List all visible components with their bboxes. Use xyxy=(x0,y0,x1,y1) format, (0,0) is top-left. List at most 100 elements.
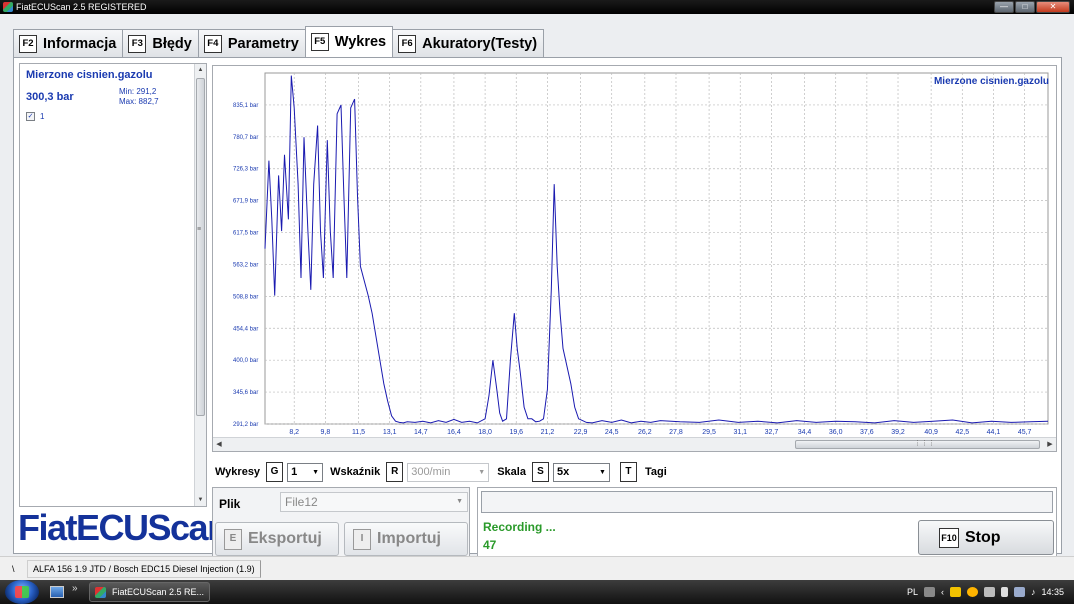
x-tick-label: 29,5 xyxy=(702,429,716,436)
wskaznik-value: 300/min xyxy=(411,466,451,478)
import-label: Importuj xyxy=(377,530,441,547)
taskbar-item-label: FiatECUScan 2.5 RE... xyxy=(112,587,205,597)
tab-label: Informacja xyxy=(43,35,117,52)
series-line-mierzone-cisnien xyxy=(264,75,1049,424)
stop-button[interactable]: F10 Stop xyxy=(918,520,1054,555)
chart-legend: Mierzone cisnien.gazolu xyxy=(933,76,1049,87)
keyboard-icon[interactable] xyxy=(923,587,935,597)
x-tick-label: 34,4 xyxy=(798,429,812,436)
minimize-button[interactable]: — xyxy=(994,1,1014,13)
file-select-value: File12 xyxy=(285,495,318,509)
windows-logo-icon xyxy=(15,586,29,598)
y-tick-label: 835,1 bar xyxy=(233,103,258,109)
vertical-scrollbar[interactable]: ▲ ≡ ▼ xyxy=(194,64,206,506)
series-checkbox-label: 1 xyxy=(40,112,45,121)
y-tick-label: 563,2 bar xyxy=(233,262,258,268)
parameter-name[interactable]: Mierzone cisnien.gazolu xyxy=(26,69,153,81)
battery-icon[interactable] xyxy=(1000,587,1008,597)
taskbar-item-fiatecuscan[interactable]: FiatECUScan 2.5 RE... xyxy=(89,582,210,602)
tab-informacja[interactable]: F2 Informacja xyxy=(13,29,124,57)
x-tick-label: 13,1 xyxy=(383,429,397,436)
y-tick-label: 508,8 bar xyxy=(233,294,258,300)
tagi-shortcut-key[interactable]: T xyxy=(619,462,637,482)
wskaznik-label: Wskaźnik xyxy=(330,466,381,478)
series-checkbox[interactable]: ✓ xyxy=(26,112,35,121)
chart-panel: 291,2 bar 345,6 bar 400,0 bar 454,4 bar 508,… xyxy=(212,65,1057,452)
tagi-label[interactable]: Tagi xyxy=(645,466,667,478)
scroll-up-icon[interactable]: ▲ xyxy=(195,64,206,76)
scroll-right-icon[interactable]: ▶ xyxy=(1044,438,1056,451)
shield-icon[interactable] xyxy=(966,587,978,597)
y-tick-label: 291,2 bar xyxy=(233,422,258,428)
y-tick-label: 617,5 bar xyxy=(233,231,258,237)
tab-label: Błędy xyxy=(152,35,192,52)
y-tick-label: 671,9 bar xyxy=(233,199,258,205)
export-button[interactable]: E Eksportuj xyxy=(215,522,339,556)
volume-icon[interactable]: ♪ xyxy=(1031,587,1036,597)
tab-label: Parametry xyxy=(227,35,299,52)
chart-grid xyxy=(264,72,1049,425)
chevron-down-icon: ▼ xyxy=(456,498,463,505)
x-tick-label: 18,0 xyxy=(478,429,492,436)
close-button[interactable]: ✕ xyxy=(1036,1,1070,13)
monitor-icon[interactable] xyxy=(983,587,995,597)
tab-parametry[interactable]: F4 Parametry xyxy=(197,29,306,57)
scroll-thumb[interactable]: ⋮⋮⋮ xyxy=(795,440,1040,449)
scroll-left-icon[interactable]: ◀ xyxy=(213,438,225,451)
chart-controls: Wykresy G 1 ▼ Wskaźnik R 300/min ▼ Skala… xyxy=(215,462,667,482)
clock[interactable]: 14:35 xyxy=(1041,587,1064,597)
x-tick-label: 26,2 xyxy=(638,429,652,436)
fkey-badge: F3 xyxy=(128,34,147,53)
x-tick-label: 32,7 xyxy=(765,429,779,436)
x-tick-label: 36,0 xyxy=(829,429,843,436)
start-button[interactable] xyxy=(5,580,39,604)
x-tick-label: 37,6 xyxy=(860,429,874,436)
app-logo: FiatECUScan xyxy=(18,507,229,548)
x-tick-label: 27,8 xyxy=(669,429,683,436)
scroll-down-icon[interactable]: ▼ xyxy=(195,494,206,506)
recording-count: 47 xyxy=(483,538,497,552)
app-frame: F2 Informacja F3 Błędy F4 Parametry F5 W… xyxy=(0,14,1074,558)
tab-label: Wykres xyxy=(334,34,387,50)
chevron-down-icon: ▼ xyxy=(312,468,320,476)
import-button[interactable]: I Importuj xyxy=(344,522,468,556)
x-tick-label: 45,7 xyxy=(1018,429,1032,436)
import-shortcut-key: I xyxy=(353,528,371,550)
wykresy-select[interactable]: 1 ▼ xyxy=(287,462,324,482)
wykresy-label: Wykresy xyxy=(215,466,261,478)
tray-expand-icon[interactable]: ‹ xyxy=(941,587,944,597)
wskaznik-select[interactable]: 300/min ▼ xyxy=(407,462,490,482)
title-bar: FiatECUScan 2.5 REGISTERED — □ ✕ xyxy=(0,0,1074,14)
parameter-min: Min: 291,2 xyxy=(119,87,157,96)
pressure-chart: 291,2 bar 345,6 bar 400,0 bar 454,4 bar 508,… xyxy=(233,72,1049,436)
skala-select[interactable]: 5x ▼ xyxy=(552,462,610,482)
fkey-badge: F6 xyxy=(398,34,417,53)
x-tick-label: 39,2 xyxy=(891,429,905,436)
app-icon xyxy=(3,2,13,12)
folder-icon[interactable] xyxy=(949,587,961,597)
window-title: FiatECUScan 2.5 REGISTERED xyxy=(16,2,147,12)
tab-akuratory[interactable]: F6 Akuratory(Testy) xyxy=(392,29,545,57)
language-indicator[interactable]: PL xyxy=(907,587,918,597)
chart-series xyxy=(264,75,1049,424)
maximize-button[interactable]: □ xyxy=(1015,1,1035,13)
x-tick-label: 42,5 xyxy=(955,429,969,436)
skala-value: 5x xyxy=(556,466,570,478)
tab-wykres[interactable]: F5 Wykres xyxy=(304,26,394,57)
recording-panel: Recording ... 47 F10 Stop xyxy=(477,487,1057,558)
file-select[interactable]: File12 ▼ xyxy=(280,492,468,512)
y-axis-labels: 291,2 bar 345,6 bar 400,0 bar 454,4 bar 508,… xyxy=(233,103,258,428)
stop-shortcut-key: F10 xyxy=(939,527,959,548)
chevron-down-icon: ▼ xyxy=(478,468,486,476)
recording-status: Recording ... xyxy=(483,520,556,534)
wykresy-value: 1 xyxy=(291,466,298,478)
show-desktop-icon[interactable] xyxy=(50,586,64,598)
quicklaunch-more-icon[interactable]: » xyxy=(72,583,78,594)
fkey-badge: F2 xyxy=(19,34,37,53)
network-icon[interactable] xyxy=(1013,587,1025,597)
skala-shortcut-key: S xyxy=(531,462,549,482)
horizontal-scrollbar[interactable]: ◀ ⋮⋮⋮ ▶ xyxy=(213,437,1056,451)
tab-bledy[interactable]: F3 Błędy xyxy=(122,29,199,57)
plik-label: Plik xyxy=(219,497,241,511)
scroll-thumb[interactable] xyxy=(196,78,205,416)
